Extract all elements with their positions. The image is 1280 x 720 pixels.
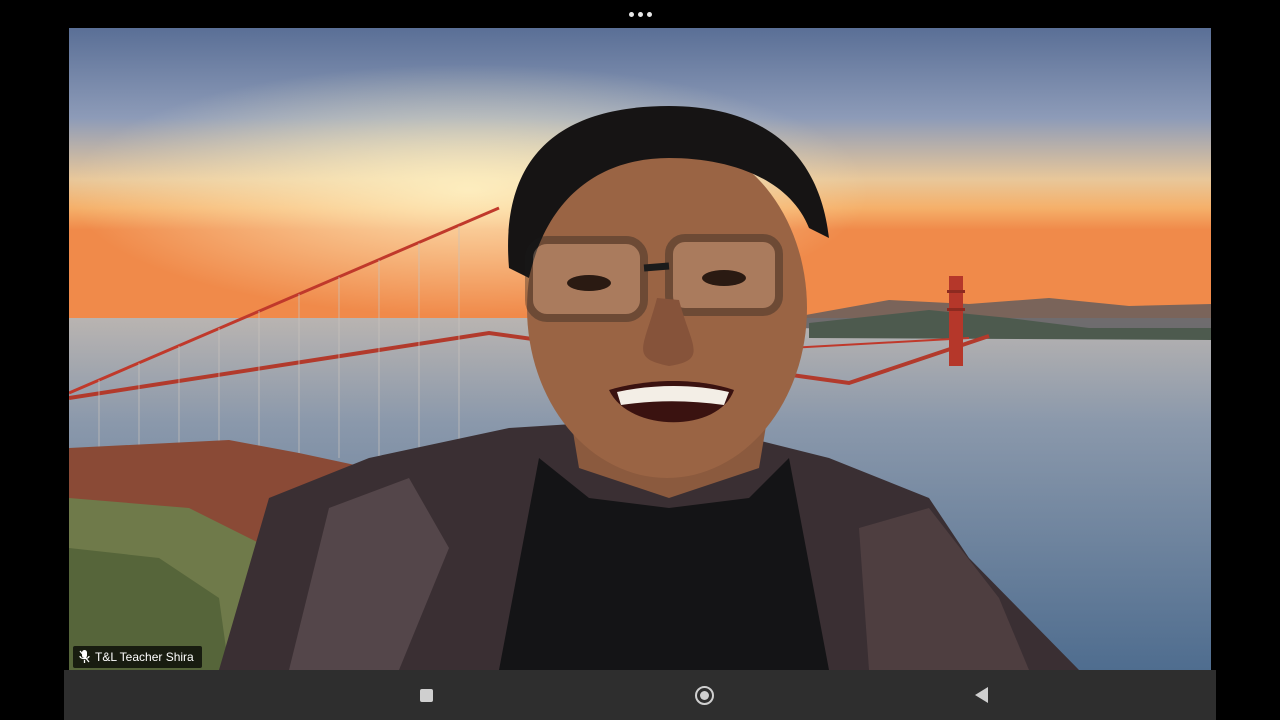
participant-video-tile[interactable] — [69, 28, 1211, 670]
recents-button[interactable] — [406, 680, 446, 710]
home-button[interactable] — [684, 680, 724, 710]
back-button[interactable] — [961, 680, 1001, 710]
participant-name: T&L Teacher Shira — [95, 650, 194, 664]
triangle-back-icon — [974, 687, 988, 703]
more-dot — [637, 11, 643, 17]
more-dot — [628, 11, 634, 17]
more-dot — [646, 11, 652, 17]
mic-icon — [79, 650, 90, 663]
video-frame-illustration — [69, 28, 1211, 670]
circle-home-icon — [694, 685, 714, 705]
participant-name-label: T&L Teacher Shira — [73, 646, 202, 668]
system-navigation-bar — [64, 670, 1216, 720]
square-recents-icon — [419, 688, 433, 702]
more-options-button[interactable] — [620, 6, 660, 22]
